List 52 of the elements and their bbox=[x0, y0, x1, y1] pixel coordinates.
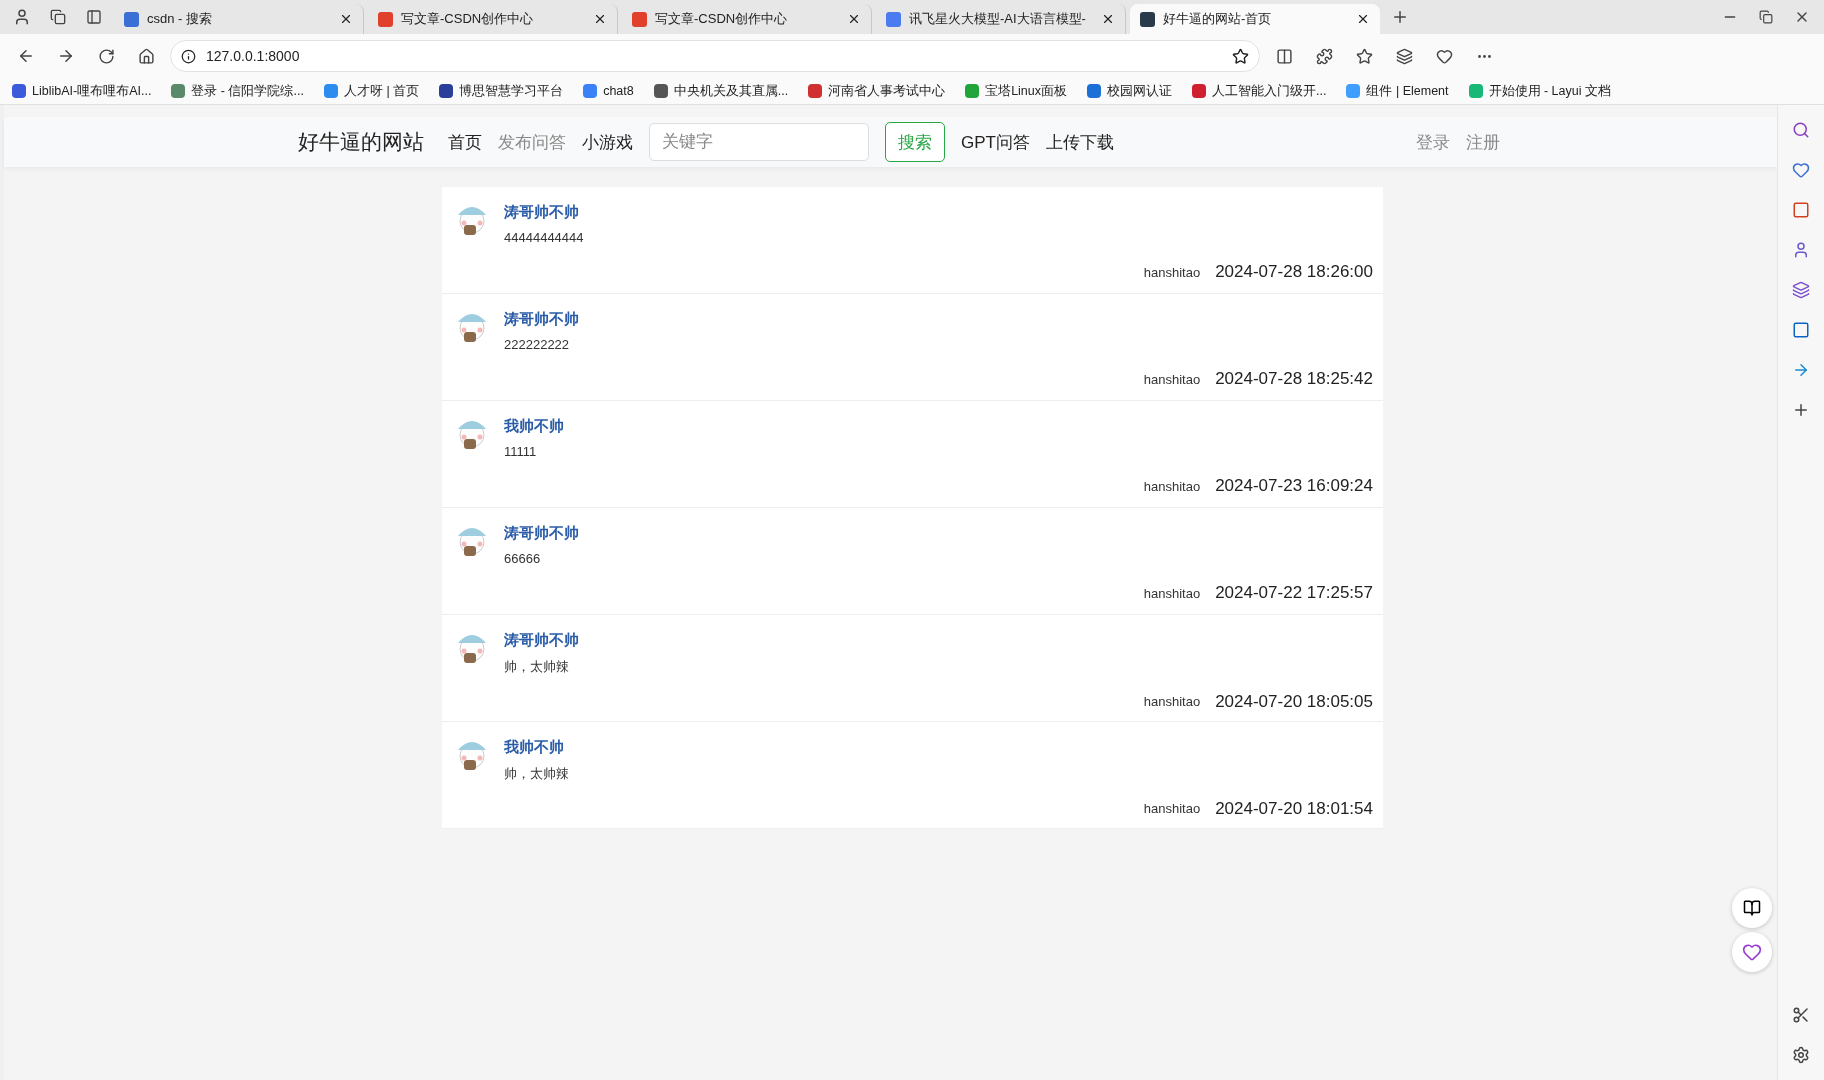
close-icon[interactable] bbox=[339, 12, 353, 26]
bookmark[interactable]: 博思智慧学习平台 bbox=[439, 82, 564, 100]
post-time: 2024-07-20 18:01:54 bbox=[1215, 798, 1373, 819]
post-time: 2024-07-22 17:25:57 bbox=[1215, 583, 1373, 603]
bookmark[interactable]: LiblibAI-哩布哩布AI... bbox=[12, 82, 152, 100]
post-content: 44444444444 bbox=[504, 230, 585, 245]
close-icon[interactable] bbox=[847, 12, 861, 26]
post-content: 帅，太帅辣 bbox=[504, 658, 570, 676]
post-author: hanshitao bbox=[1143, 264, 1201, 280]
bookmark[interactable]: 校园网认证 bbox=[1087, 82, 1173, 100]
bookmark[interactable]: 组件 | Element bbox=[1346, 82, 1449, 100]
post-content: 11111 bbox=[504, 444, 538, 459]
bookmark[interactable]: 登录 - 信阳学院综... bbox=[171, 82, 304, 100]
post-time: 2024-07-28 18:25:42 bbox=[1215, 369, 1373, 389]
address-bar[interactable]: 127.0.0.1:8000 bbox=[170, 40, 1260, 72]
post-author: hanshitao bbox=[1143, 585, 1201, 601]
bookmark[interactable]: 河南省人事考试中心 bbox=[808, 82, 946, 100]
bookmark[interactable]: 中央机关及其直属... bbox=[653, 82, 789, 100]
browser-tab[interactable]: 好牛逼的网站-首页 bbox=[1130, 4, 1380, 34]
site-brand[interactable]: 好牛逼的网站 bbox=[298, 128, 424, 156]
nav-link[interactable]: 小游戏 bbox=[582, 130, 633, 154]
post-author: hanshitao bbox=[1143, 371, 1201, 387]
nav-link[interactable]: 首页 bbox=[448, 130, 482, 154]
bookmark[interactable]: 开始使用 - Layui 文档 bbox=[1468, 82, 1611, 100]
bookmark[interactable]: 人工智能入门级开... bbox=[1192, 82, 1327, 100]
post-title[interactable]: 涛哥帅不帅 bbox=[504, 203, 1373, 222]
post-time: 2024-07-23 16:09:24 bbox=[1215, 476, 1373, 496]
post-author: hanshitao bbox=[1143, 478, 1201, 494]
post-author: hanshitao bbox=[1143, 694, 1201, 709]
account-link[interactable]: 登录 bbox=[1415, 130, 1450, 154]
post-title[interactable]: 涛哥帅不帅 bbox=[504, 310, 1373, 329]
nav-link[interactable]: GPT问答 bbox=[961, 130, 1030, 154]
post-content: 66666 bbox=[504, 551, 542, 566]
info-icon[interactable] bbox=[181, 48, 196, 64]
bookmark[interactable]: chat8 bbox=[583, 84, 634, 98]
close-icon[interactable] bbox=[593, 12, 607, 26]
close-icon[interactable] bbox=[1101, 12, 1115, 26]
bookmark[interactable]: 宝塔Linux面板 bbox=[965, 82, 1068, 100]
post-title[interactable]: 我帅不帅 bbox=[504, 417, 1373, 436]
post-time: 2024-07-20 18:05:05 bbox=[1215, 691, 1373, 712]
bookmark[interactable]: 人才呀 | 首页 bbox=[323, 82, 420, 100]
close-icon[interactable] bbox=[1356, 12, 1370, 26]
post-title[interactable]: 涛哥帅不帅 bbox=[504, 524, 1373, 543]
search-field[interactable]: 关键字 bbox=[649, 123, 869, 161]
post-title[interactable]: 涛哥帅不帅 bbox=[504, 631, 1373, 650]
post-time: 2024-07-28 18:26:00 bbox=[1215, 262, 1373, 282]
post-content: 帅，太帅辣 bbox=[504, 765, 570, 783]
post-title[interactable]: 我帅不帅 bbox=[504, 738, 1373, 757]
post-author: hanshitao bbox=[1143, 801, 1201, 816]
favorite-icon[interactable] bbox=[1232, 47, 1249, 65]
post-content: 222222222 bbox=[504, 337, 571, 352]
nav-link[interactable]: 上传下载 bbox=[1045, 130, 1114, 154]
